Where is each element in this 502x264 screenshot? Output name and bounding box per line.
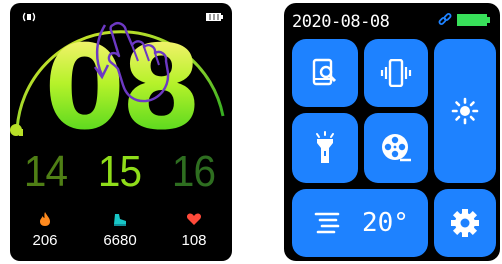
vibrate-tile[interactable]: [364, 39, 428, 107]
weather-wind-icon: [314, 212, 340, 234]
heart-rate-value: 108: [181, 232, 207, 249]
gear-icon: [451, 209, 479, 237]
temperature-value: 20°: [362, 208, 409, 238]
film-reel-tile[interactable]: [364, 113, 428, 183]
weather-tile[interactable]: 20°: [292, 189, 428, 257]
settings-tile[interactable]: [434, 189, 496, 257]
flashlight-icon: [316, 131, 334, 163]
link-icon: [438, 13, 452, 25]
date-strip: 14 15 16: [10, 148, 232, 196]
brightness-tile[interactable]: [434, 39, 496, 183]
watch-face-digital: 08 14 15 16 206 6680 108: [10, 3, 232, 261]
date-current: 15: [97, 147, 142, 196]
flashlight-tile[interactable]: [292, 113, 358, 183]
battery-icon: [457, 14, 490, 26]
heart-icon: [186, 213, 202, 225]
date-next: 16: [171, 147, 216, 196]
vibrate-icon: [380, 59, 412, 87]
shoe-icon: [114, 214, 126, 226]
calories-value: 206: [32, 232, 58, 249]
film-reel-icon: [382, 134, 411, 162]
steps-value: 6680: [103, 232, 137, 249]
date-label: 2020-08-08: [292, 12, 390, 32]
flame-icon: [40, 212, 50, 226]
find-phone-tile[interactable]: [292, 39, 358, 107]
quick-settings-screen: 2020-08-08 20°: [284, 3, 500, 261]
brightness-icon: [451, 97, 479, 125]
find-phone-icon: [312, 58, 337, 86]
date-previous: 14: [23, 147, 68, 196]
